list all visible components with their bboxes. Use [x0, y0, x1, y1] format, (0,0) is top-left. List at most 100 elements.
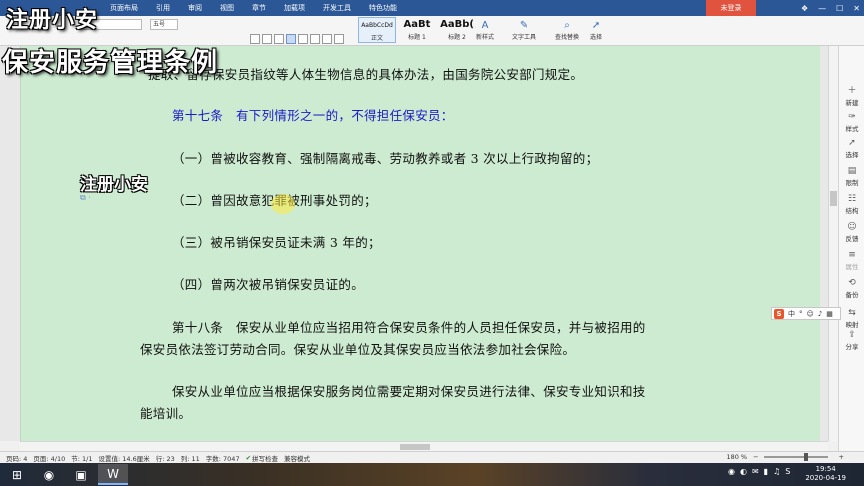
font-size-box[interactable]: 五号 [150, 19, 178, 30]
feedback-icon: ☺ [847, 222, 857, 232]
status-bar: 页码: 4 页面: 4/10 节: 1/1 设置值: 14.6厘米 行: 23 … [0, 451, 864, 463]
record-app-icon[interactable]: ◉ [34, 464, 64, 485]
pane-label: 选择 [845, 151, 859, 159]
ime-toolbar[interactable]: S 中 ° ☺ ♪ ▦ [771, 307, 841, 320]
network-icon[interactable]: ▮ [764, 467, 768, 476]
align-right-icon[interactable] [274, 34, 284, 44]
pane-select[interactable]: ➚ 选择 [839, 138, 864, 159]
taskbar: ⊞ ◉ ▣ W ◉ ◐ ✉ ▮ ♫ S 19:54 2020-04-19 [0, 463, 864, 486]
overlay-caption-top: 注册小安 [6, 8, 99, 33]
style-label: 标题 2 [448, 34, 466, 41]
pane-label: 属性 [845, 263, 859, 271]
menu-item-addins[interactable]: 加载项 [284, 3, 305, 13]
menu-item-reference[interactable]: 引用 [156, 3, 170, 13]
status-compat: 兼容模式 [284, 454, 311, 463]
doc-line-article-17: 第十七条 有下列情形之一的，不得担任保安员： [172, 108, 454, 123]
menu-item-review[interactable]: 审阅 [188, 3, 202, 13]
menu-item-devtools[interactable]: 开发工具 [323, 3, 351, 13]
pane-label: 分享 [845, 343, 859, 351]
overlay-caption-title: 保安服务管理条例 [2, 48, 219, 78]
menu-item-view[interactable]: 视图 [220, 3, 234, 13]
style-heading-1[interactable]: AaBt 标题 1 [398, 17, 436, 43]
align-left-icon[interactable] [250, 34, 260, 44]
login-button[interactable]: 未登录 [706, 0, 756, 16]
pane-backup[interactable]: ⟲ 备份 [839, 278, 864, 299]
ime-language[interactable]: 中 [788, 309, 795, 319]
status-words[interactable]: 字数: 7047 [206, 453, 240, 463]
vertical-scroll-thumb[interactable] [830, 191, 837, 206]
photo-app-icon[interactable]: ▣ [66, 464, 96, 485]
wps-writer-icon[interactable]: W [98, 464, 128, 485]
style-normal[interactable]: AaBbCcDd 正文 [358, 17, 396, 43]
record-tray-icon[interactable]: ◉ [728, 467, 735, 476]
lock-icon: ▤ [847, 166, 857, 176]
skin-icon[interactable]: ❖ [801, 4, 808, 13]
punctuation-icon[interactable]: ° [799, 310, 803, 318]
pane-style[interactable]: ✑ 样式 [839, 112, 864, 133]
text-tools-label: 文字工具 [512, 34, 537, 41]
pane-new[interactable]: ＋ 新建 [839, 86, 864, 107]
zoom-control[interactable]: 180 % − + [720, 453, 844, 461]
volume-icon[interactable]: ♫ [773, 467, 780, 476]
vertical-scrollbar[interactable] [828, 46, 838, 441]
keyboard-icon[interactable]: ▦ [826, 310, 833, 318]
new-style-button[interactable]: A 新样式 [476, 19, 494, 41]
pane-structure[interactable]: ☷ 结构 [839, 194, 864, 215]
zoom-in-icon[interactable]: + [839, 453, 844, 461]
input-method-icon[interactable]: S [785, 467, 790, 476]
zoom-slider-knob[interactable] [803, 453, 808, 461]
clock-date: 2020-04-19 [805, 474, 846, 482]
maximize-icon[interactable]: ☐ [836, 4, 843, 13]
select-label: 选择 [590, 34, 603, 41]
doc-line: 能培训。 [140, 406, 192, 421]
menu-item-special[interactable]: 特色功能 [369, 3, 397, 13]
sogou-logo-icon: S [774, 308, 784, 319]
spell-check-icon[interactable]: ✔ [246, 454, 251, 462]
menu-item-layout[interactable]: 页面布局 [110, 3, 138, 13]
antivirus-tray-icon[interactable]: ◐ [740, 467, 747, 476]
pane-feedback[interactable]: ☺ 反馈 [839, 222, 864, 243]
line-spacing-icon[interactable] [310, 34, 320, 44]
align-justify-icon[interactable] [286, 34, 296, 44]
menu-item-chapter[interactable]: 章节 [252, 3, 266, 13]
text-tools-button[interactable]: ✎ 文字工具 [512, 19, 536, 41]
minimize-icon[interactable]: — [818, 4, 826, 13]
status-pages[interactable]: 页面: 4/10 [33, 453, 65, 463]
style-label: 标题 1 [408, 34, 426, 41]
style-preview: AaBb( [440, 19, 474, 30]
find-replace-button[interactable]: ⌕ 查找替换 [555, 19, 579, 41]
start-button[interactable]: ⊞ [2, 464, 32, 485]
structure-icon: ☷ [847, 194, 857, 204]
zoom-out-icon[interactable]: − [753, 453, 758, 461]
doc-line: （四）曾两次被吊销保安员证的。 [172, 277, 365, 292]
menu-bar: 页面布局 引用 审阅 视图 章节 加载项 开发工具 特色功能 [110, 0, 415, 16]
pane-restrict[interactable]: ▤ 限制 [839, 166, 864, 187]
mic-icon[interactable]: ♪ [818, 310, 822, 318]
title-bar: 页面布局 引用 审阅 视图 章节 加载项 开发工具 特色功能 未登录 ❖ — ☐… [0, 0, 864, 16]
select-button[interactable]: ➚ 选择 [590, 19, 602, 41]
new-style-icon: A [481, 20, 489, 31]
status-col: 列: 11 [180, 454, 200, 463]
style-label: 正文 [370, 35, 383, 42]
shading-icon[interactable] [322, 34, 332, 44]
overlay-caption-watermark: 注册小安 [80, 175, 148, 195]
zoom-slider[interactable] [763, 453, 828, 461]
property-icon: ≡ [848, 250, 856, 260]
horizontal-scroll-thumb[interactable] [400, 444, 430, 450]
status-row: 行: 23 [155, 454, 175, 463]
pane-map[interactable]: ⇆ 映射 [839, 308, 864, 329]
share-icon: ⇪ [848, 330, 856, 340]
distribute-icon[interactable] [298, 34, 308, 44]
emoji-icon[interactable]: ☺ [807, 310, 814, 318]
style-heading-2[interactable]: AaBb( 标题 2 [438, 17, 476, 43]
system-clock[interactable]: 19:54 2020-04-19 [805, 465, 846, 483]
clock-time: 19:54 [815, 465, 836, 473]
align-center-icon[interactable] [262, 34, 272, 44]
pane-property[interactable]: ≡ 属性 [839, 250, 864, 271]
wechat-tray-icon[interactable]: ✉ [752, 467, 759, 476]
border-icon[interactable] [334, 34, 344, 44]
pane-share[interactable]: ⇪ 分享 [839, 330, 864, 351]
status-spell[interactable]: 拼写检查 [252, 453, 278, 463]
horizontal-scrollbar[interactable] [20, 441, 828, 451]
close-icon[interactable]: ✕ [853, 4, 860, 13]
